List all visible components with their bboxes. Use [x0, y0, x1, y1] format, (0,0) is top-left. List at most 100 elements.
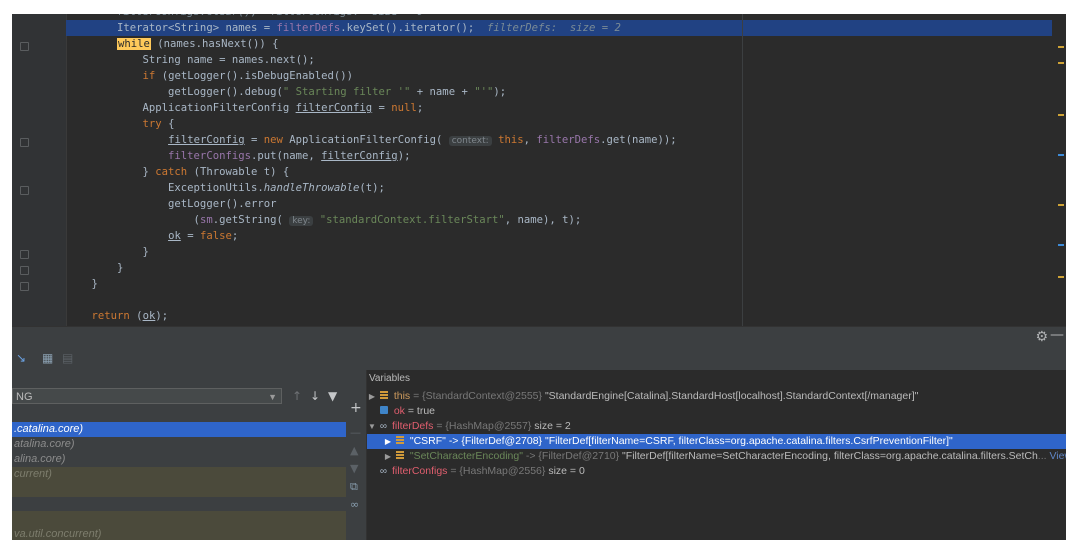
expand-arrow-icon[interactable]: ▶	[383, 449, 393, 464]
error-stripe-mark[interactable]	[1058, 114, 1064, 116]
error-stripe-mark[interactable]	[1058, 204, 1064, 206]
var-value: "FilterDef[filterName=CSRF, filterClass=…	[544, 435, 953, 447]
code-token: (	[129, 310, 143, 322]
right-margin-guide	[742, 14, 743, 326]
code-line[interactable]: }	[66, 260, 1052, 276]
code-line[interactable]: getLogger().error	[66, 196, 1052, 212]
arrow-up-icon[interactable]: ▲	[350, 444, 358, 457]
fold-marker[interactable]	[20, 266, 29, 275]
code-line[interactable]: while (names.hasNext()) {	[66, 36, 1052, 52]
code-line[interactable]: (sm.getString( key: "standardContext.fil…	[66, 212, 1052, 228]
frame-item[interactable]	[12, 497, 346, 512]
code-line[interactable]: ExceptionUtils.handleThrowable(t);	[66, 180, 1052, 196]
var-value: = true	[407, 405, 436, 417]
infinity-icon[interactable]: ∞	[350, 498, 359, 511]
code-line[interactable]: } catch (Throwable t) {	[66, 164, 1052, 180]
code-token: ApplicationFilterConfig	[66, 102, 296, 114]
var-row-ok[interactable]: ok = true	[367, 404, 1066, 419]
map-key: "CSRF"	[409, 435, 446, 447]
code-token: " Starting filter '"	[282, 86, 411, 98]
expand-arrow-icon[interactable]: ▶	[367, 389, 377, 404]
var-row-csrf[interactable]: ▶ "CSRF" -> {FilterDef@2708} "FilterDef[…	[367, 434, 1066, 449]
expand-arrow-icon[interactable]: ▶	[383, 434, 393, 449]
step-icon[interactable]: ↘	[16, 351, 26, 365]
code-line[interactable]: if (getLogger().isDebugEnabled())	[66, 68, 1052, 84]
view-link[interactable]: View	[1049, 450, 1066, 462]
filter-icon[interactable]: ▼	[328, 389, 337, 403]
code-token: getLogger().error	[66, 198, 277, 210]
error-stripe-mark[interactable]	[1058, 62, 1064, 64]
code-token: + name +	[410, 86, 475, 98]
error-stripe-mark[interactable]	[1058, 276, 1064, 278]
boolean-icon	[379, 406, 388, 415]
copy-icon[interactable]: ⧉	[350, 480, 358, 494]
code-line[interactable]: String name = names.next();	[66, 52, 1052, 68]
frame-item[interactable]: va.util.concurrent)	[12, 527, 346, 540]
var-size: size = 0	[548, 465, 585, 477]
code-line[interactable]	[66, 292, 1052, 308]
frame-item[interactable]	[12, 512, 346, 527]
fold-marker[interactable]	[20, 138, 29, 147]
code-editor[interactable]: filterConfigs.clear(); filterConfigs: si…	[12, 14, 1066, 326]
arrow-down-icon[interactable]: ▼	[350, 462, 358, 475]
code-token: filterConfig	[295, 102, 373, 114]
variables-panel: Variables ▶ this = {StandardContext@2555…	[367, 370, 1066, 540]
minimize-icon[interactable]: —	[1050, 327, 1064, 343]
code-token: =	[244, 134, 264, 146]
code-line[interactable]: }	[66, 244, 1052, 260]
var-row-filterconfigs[interactable]: ∞ filterConfigs = {HashMap@2556} size = …	[367, 464, 1066, 479]
frame-item[interactable]: current)	[12, 467, 346, 482]
editor-gutter	[12, 14, 67, 326]
error-stripe-mark[interactable]	[1058, 46, 1064, 48]
table-icon[interactable]: ▤	[62, 351, 73, 365]
frame-item[interactable]: atalina.core)	[12, 437, 346, 452]
collapse-arrow-icon[interactable]: ▼	[367, 419, 377, 434]
frame-item[interactable]: alina.core)	[12, 452, 346, 467]
var-name: filterConfigs	[391, 465, 448, 477]
var-row-setcharacterencoding[interactable]: ▶ "SetCharacterEncoding" -> {FilterDef@2…	[367, 449, 1066, 464]
debug-header: ⚙ —	[12, 326, 1066, 349]
code-line[interactable]: }	[66, 276, 1052, 292]
code-token: (Throwable t) {	[187, 166, 290, 178]
code-line[interactable]: filterConfigs.put(name, filterConfig);	[66, 148, 1052, 164]
thread-selector[interactable]: NG ▼	[12, 388, 282, 404]
code-line[interactable]: try {	[66, 116, 1052, 132]
code-line[interactable]: getLogger().debug(" Starting filter '" +…	[66, 84, 1052, 100]
var-row-filterdefs[interactable]: ▼ ∞ filterDefs = {HashMap@2557} size = 2	[367, 419, 1066, 434]
var-type: = {StandardContext@2555}	[413, 390, 543, 402]
code-token: ok	[168, 230, 181, 242]
table-icon[interactable]: ▦	[42, 351, 53, 365]
arrow-down-icon[interactable]: ↓	[310, 389, 320, 403]
add-watch-icon[interactable]: +	[350, 400, 362, 416]
code-token: );	[397, 150, 411, 162]
code-token: null	[391, 102, 417, 114]
var-row-this[interactable]: ▶ this = {StandardContext@2555} "Standar…	[367, 389, 1066, 404]
fold-marker[interactable]	[20, 186, 29, 195]
frame-item[interactable]	[12, 482, 346, 497]
var-name: this	[393, 390, 411, 402]
error-stripe-mark[interactable]	[1058, 244, 1064, 246]
code-line[interactable]: return (ok);	[66, 308, 1052, 324]
code-token: sm	[199, 214, 213, 226]
debug-toolbar: ↘ ▦ ▤	[12, 348, 1066, 371]
chevron-down-icon: ▼	[268, 392, 277, 402]
code-line[interactable]: Iterator<String> names = filterDefs.keyS…	[66, 20, 1052, 36]
fold-marker[interactable]	[20, 282, 29, 291]
fold-marker[interactable]	[20, 42, 29, 51]
arrow-up-icon[interactable]: ↑	[292, 389, 302, 403]
code-token: }	[66, 166, 156, 178]
var-type: -> {FilterDef@2708}	[448, 435, 543, 447]
code-token: filterDefs: size = 2	[486, 22, 621, 34]
code-token: .getString(	[212, 214, 290, 226]
code-line[interactable]: ApplicationFilterConfig filterConfig = n…	[66, 100, 1052, 116]
fold-marker[interactable]	[20, 250, 29, 259]
minus-icon[interactable]: —	[350, 426, 361, 439]
code-line[interactable]: ok = false;	[66, 228, 1052, 244]
frame-item[interactable]: .catalina.core)	[12, 422, 346, 437]
code-token: {	[161, 118, 175, 130]
frames-panel: NG ▼ ↑ ↓ ▼ .catalina.core) atalina.core) a…	[12, 370, 347, 540]
code-line[interactable]: filterConfig = new ApplicationFilterConf…	[66, 132, 1052, 148]
gear-icon[interactable]: ⚙	[1035, 329, 1048, 345]
code-token: (getLogger().isDebugEnabled())	[155, 70, 354, 82]
error-stripe-mark[interactable]	[1058, 154, 1064, 156]
